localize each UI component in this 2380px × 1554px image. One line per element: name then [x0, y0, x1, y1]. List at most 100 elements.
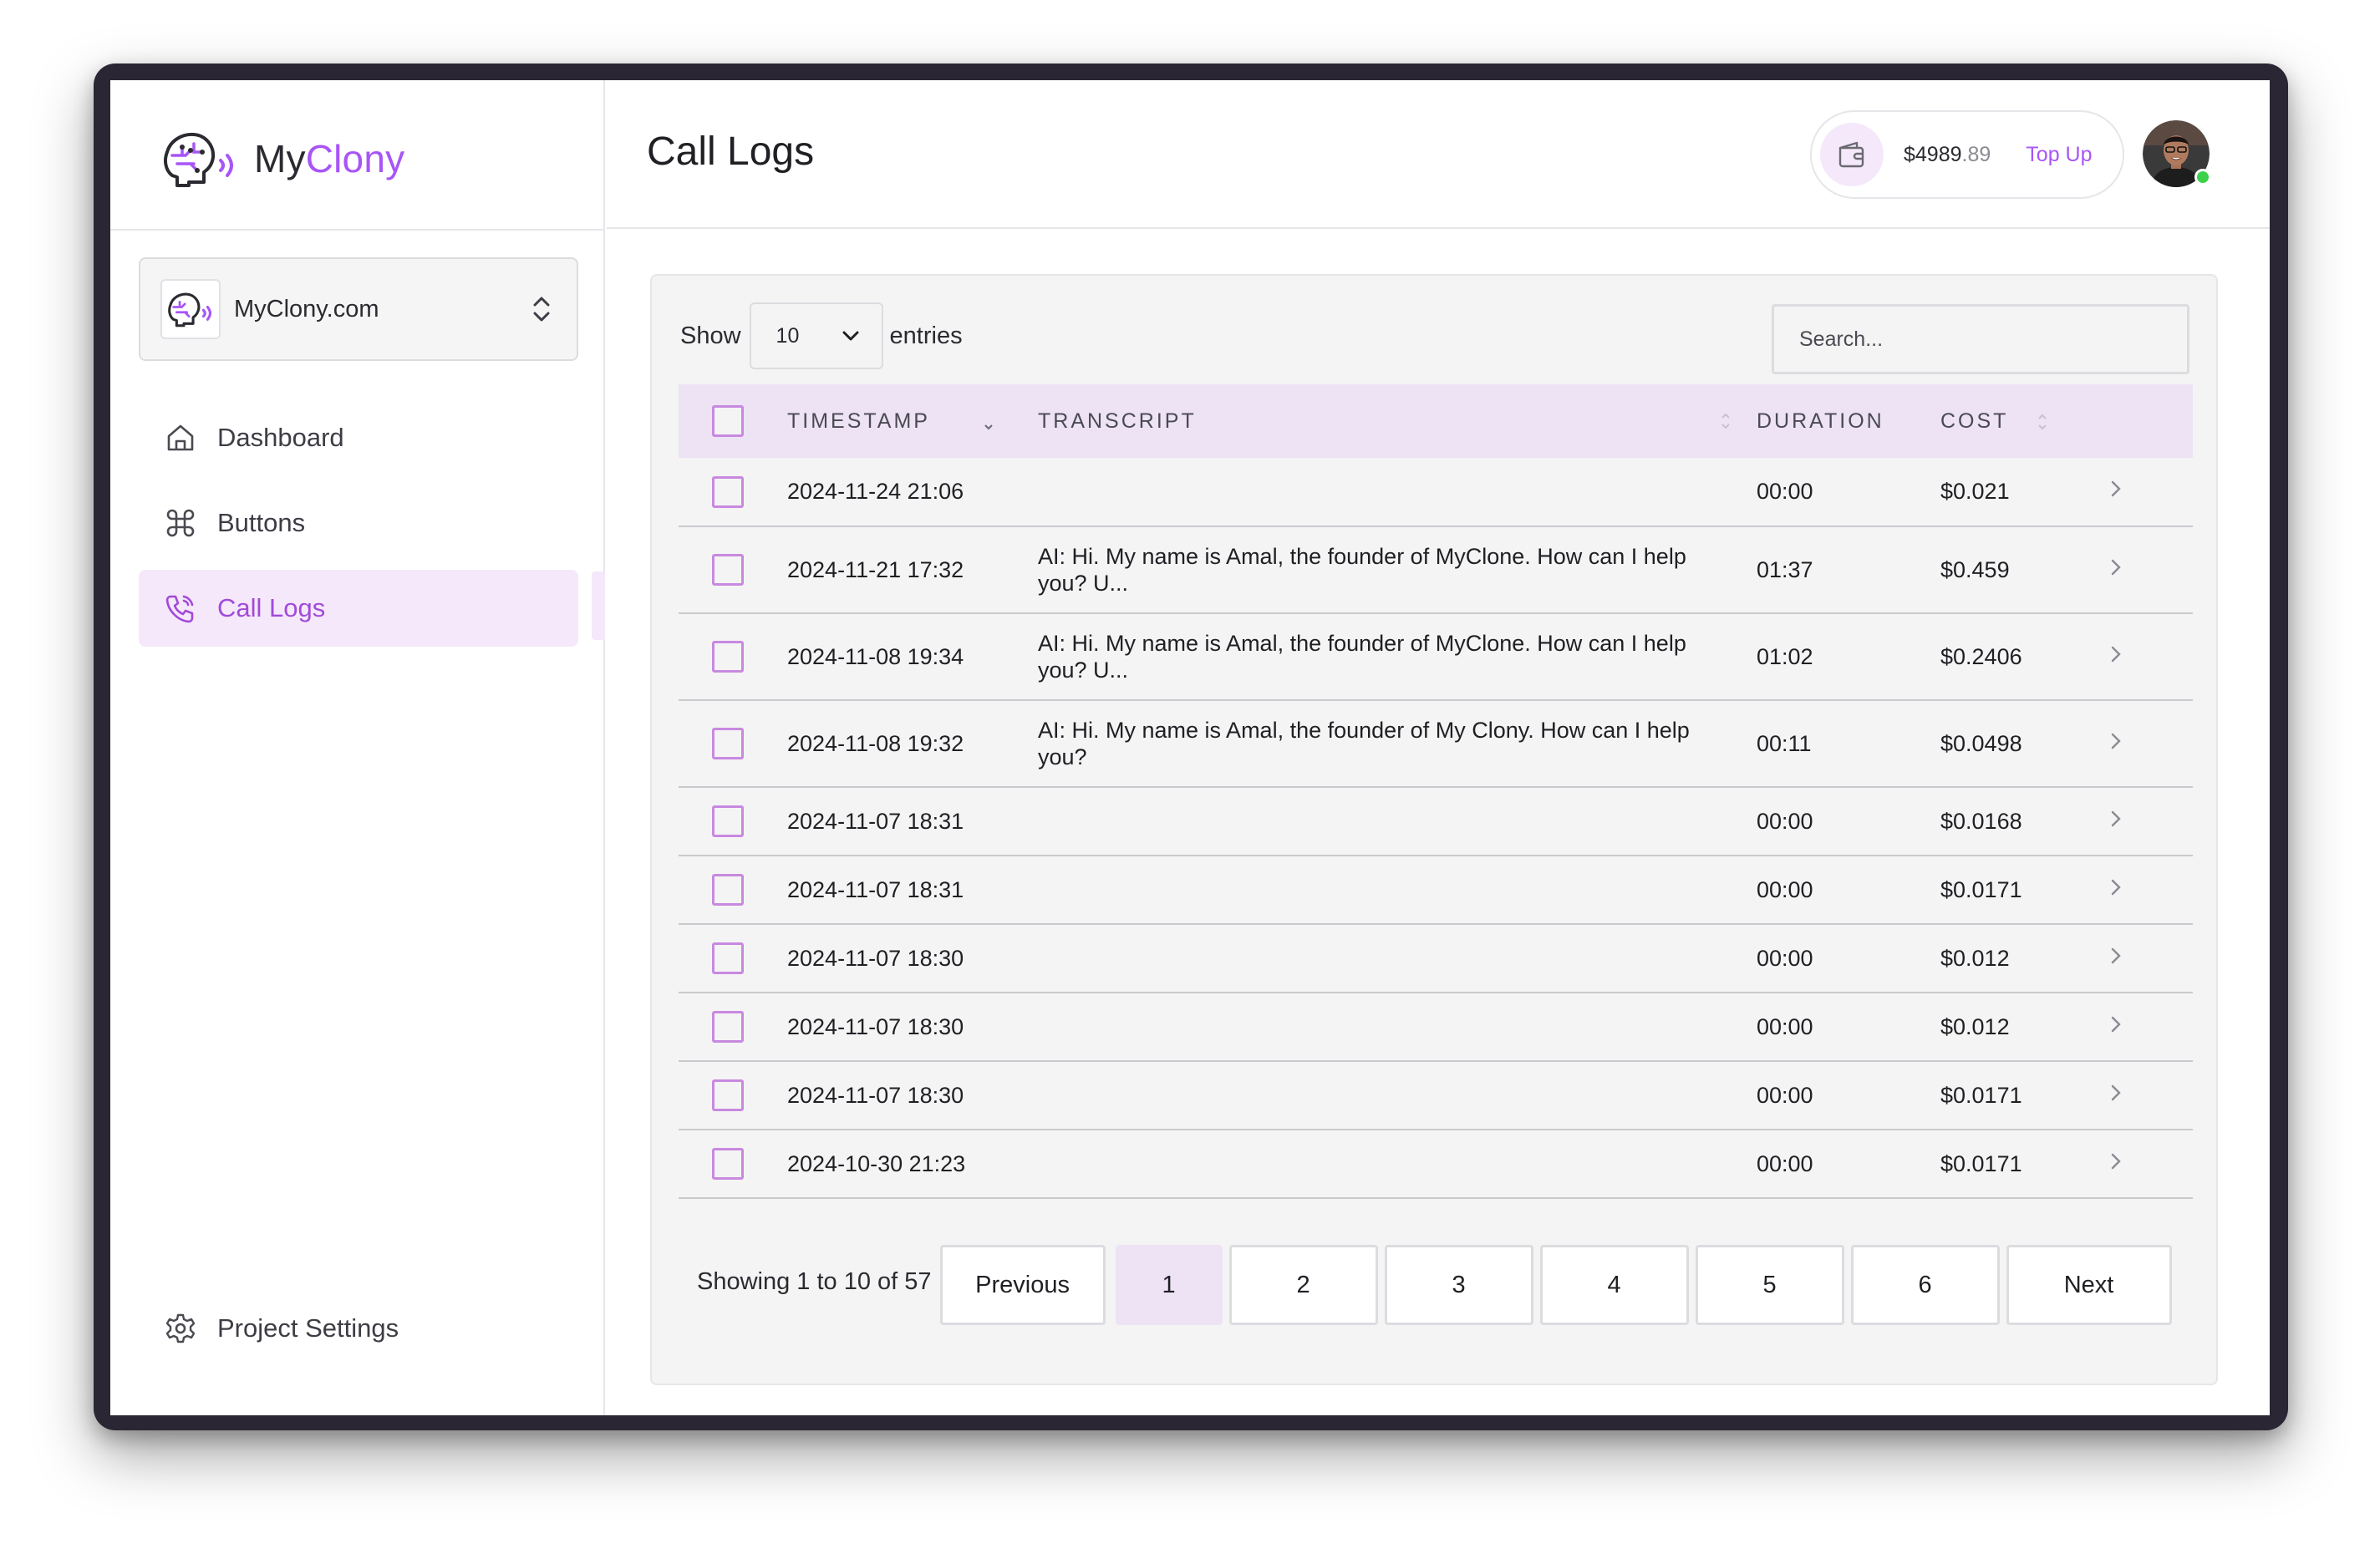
column-header-cost[interactable]: COST	[1940, 384, 2108, 458]
top-up-button[interactable]: Top Up	[2026, 143, 2092, 167]
row-checkbox[interactable]	[712, 554, 744, 586]
chevron-right-icon[interactable]	[2108, 876, 2124, 899]
row-checkbox[interactable]	[712, 1011, 744, 1043]
pagination-info: Showing 1 to 10 of 57	[697, 1267, 932, 1295]
page-button-1[interactable]: 1	[1115, 1245, 1223, 1325]
row-transcript: AI: Hi. My name is Amal, the founder of …	[1038, 526, 1757, 614]
brand-name-suffix: Clony	[305, 137, 405, 180]
sidebar-item-dashboard[interactable]: Dashboard	[139, 399, 578, 476]
table-row[interactable]: 2024-11-08 19:32 AI: Hi. My name is Amal…	[679, 700, 2193, 788]
table-row[interactable]: 2024-11-07 18:30 00:00 $0.0171	[679, 1061, 2193, 1130]
row-checkbox[interactable]	[712, 1148, 744, 1180]
chevron-right-icon[interactable]	[2108, 1150, 2124, 1173]
row-checkbox[interactable]	[712, 874, 744, 906]
previous-page-button[interactable]: Previous	[939, 1245, 1106, 1325]
row-timestamp: 2024-11-21 17:32	[787, 526, 1038, 614]
select-all-checkbox[interactable]	[712, 405, 744, 437]
table-row[interactable]: 2024-11-07 18:30 00:00 $0.012	[679, 993, 2193, 1062]
row-checkbox[interactable]	[712, 805, 744, 837]
next-page-button[interactable]: Next	[2006, 1245, 2172, 1325]
row-timestamp: 2024-11-08 19:34	[787, 613, 1038, 701]
chevron-right-icon[interactable]	[2108, 944, 2124, 967]
table-row[interactable]: 2024-10-30 21:23 00:00 $0.0171	[679, 1130, 2193, 1199]
table-header-row: TIMESTAMP TRANSCRIPT DURATION COST	[679, 384, 2193, 458]
table-row[interactable]: 2024-11-08 19:34 AI: Hi. My name is Amal…	[679, 613, 2193, 701]
column-header-transcript[interactable]: TRANSCRIPT	[1038, 384, 1757, 458]
row-duration: 00:11	[1757, 700, 1940, 788]
page-button-4[interactable]: 4	[1539, 1245, 1689, 1325]
row-cost: $0.0171	[1940, 856, 2108, 925]
sort-icon	[1721, 413, 1730, 429]
column-header-timestamp[interactable]: TIMESTAMP	[787, 384, 1038, 458]
chevron-right-icon[interactable]	[2108, 477, 2124, 500]
balance-cents: .89	[1961, 142, 1991, 166]
home-icon	[167, 424, 194, 451]
sort-icon	[2038, 414, 2047, 430]
page-button-3[interactable]: 3	[1384, 1245, 1533, 1325]
row-cost: $0.0168	[1940, 787, 2108, 856]
row-checkbox[interactable]	[712, 475, 744, 508]
pagination: Showing 1 to 10 of 57 Previous 1 2 3 4 5…	[697, 1245, 2179, 1325]
column-header-duration[interactable]: DURATION	[1757, 384, 1940, 458]
project-settings-label: Project Settings	[217, 1313, 399, 1343]
online-status-dot	[2194, 169, 2211, 185]
row-checkbox[interactable]	[712, 1079, 744, 1111]
chevron-right-icon[interactable]	[2108, 729, 2124, 753]
row-transcript	[1038, 856, 1757, 925]
phone-icon	[165, 595, 194, 623]
brand[interactable]: MyClony	[160, 125, 404, 192]
brand-name: MyClony	[254, 136, 404, 181]
sidebar-item-call-logs[interactable]: Call Logs	[139, 570, 578, 647]
wallet-icon	[1820, 123, 1884, 186]
row-cost: $0.2406	[1940, 613, 2108, 701]
brain-voice-logo-icon	[164, 132, 233, 187]
row-duration: 00:00	[1757, 1061, 1940, 1130]
active-nav-indicator	[592, 571, 605, 640]
row-duration: 00:00	[1757, 924, 1940, 993]
row-duration: 01:37	[1757, 526, 1940, 614]
row-checkbox[interactable]	[712, 728, 744, 759]
page-button-6[interactable]: 6	[1850, 1245, 2000, 1325]
chevron-right-icon[interactable]	[2108, 642, 2124, 666]
avatar[interactable]	[2143, 120, 2211, 187]
call-logs-card: Show 10 entries TIMESTAMP TRAN	[650, 274, 2218, 1385]
chevron-right-icon[interactable]	[2108, 807, 2124, 830]
chevron-right-icon[interactable]	[2108, 1081, 2124, 1105]
row-transcript: AI: Hi. My name is Amal, the founder of …	[1038, 613, 1757, 701]
row-timestamp: 2024-11-24 21:06	[787, 458, 1038, 527]
row-duration: 01:02	[1757, 613, 1940, 701]
row-cost: $0.021	[1940, 458, 2108, 527]
sidebar-item-buttons[interactable]: Buttons	[139, 485, 578, 561]
entries-select-value: 10	[776, 323, 800, 348]
balance-amount: $4989.89	[1904, 143, 1991, 167]
table-row[interactable]: 2024-11-07 18:30 00:00 $0.012	[679, 924, 2193, 993]
entries-select[interactable]: 10	[749, 302, 883, 369]
sidebar-nav: Dashboard Buttons Call Logs	[139, 399, 578, 655]
chevron-right-icon[interactable]	[2108, 556, 2124, 579]
row-timestamp: 2024-11-08 19:32	[787, 700, 1038, 788]
row-duration: 00:00	[1757, 856, 1940, 925]
project-selector[interactable]: MyClony.com	[139, 257, 578, 361]
search-input[interactable]	[1772, 304, 2189, 374]
page-button-5[interactable]: 5	[1695, 1245, 1844, 1325]
entries-label: entries	[889, 322, 963, 349]
page-button-2[interactable]: 2	[1228, 1245, 1378, 1325]
chevron-right-icon[interactable]	[2108, 1013, 2124, 1036]
row-checkbox[interactable]	[712, 641, 744, 673]
table-row[interactable]: 2024-11-21 17:32 AI: Hi. My name is Amal…	[679, 526, 2193, 614]
row-timestamp: 2024-11-07 18:31	[787, 787, 1038, 856]
table-row[interactable]: 2024-11-24 21:06 00:00 $0.021	[679, 458, 2193, 527]
table-row[interactable]: 2024-11-07 18:31 00:00 $0.0171	[679, 856, 2193, 925]
sort-descending-icon	[984, 424, 994, 430]
brand-name-prefix: My	[254, 137, 306, 180]
row-checkbox[interactable]	[712, 942, 744, 974]
table-row[interactable]: 2024-11-07 18:31 00:00 $0.0168	[679, 787, 2193, 856]
balance-main: $4989	[1904, 142, 1962, 166]
page-title: Call Logs	[647, 130, 815, 174]
row-cost: $0.459	[1940, 526, 2108, 614]
row-duration: 00:00	[1757, 787, 1940, 856]
row-transcript	[1038, 458, 1757, 527]
project-settings-link[interactable]: Project Settings	[164, 1312, 399, 1345]
sidebar-item-label: Dashboard	[217, 423, 344, 452]
row-transcript	[1038, 993, 1757, 1062]
